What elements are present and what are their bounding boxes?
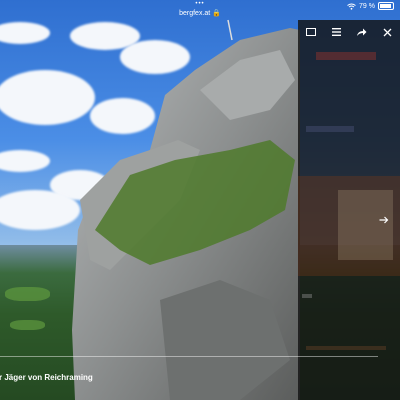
ghost-stars <box>306 126 354 132</box>
close-icon[interactable] <box>378 23 396 41</box>
window-icon[interactable] <box>302 23 320 41</box>
menu-icon[interactable] <box>327 23 345 41</box>
battery-icon <box>378 2 394 10</box>
wifi-icon <box>347 3 356 10</box>
url-label[interactable]: bergfex.at 🔒 <box>0 9 400 17</box>
battery-percent: 79 % <box>359 2 375 10</box>
photo-caption: r Jäger von Reichraming <box>0 373 93 382</box>
status-bar: ••• bergfex.at 🔒 79 % <box>0 0 400 20</box>
tab-dots[interactable]: ••• <box>0 1 400 7</box>
gallery-toolbar <box>298 22 400 42</box>
caption-divider <box>0 356 378 357</box>
arrow-right-icon <box>379 216 389 224</box>
ghost-line <box>306 346 386 350</box>
status-right: 79 % <box>347 2 394 10</box>
share-icon[interactable] <box>353 23 371 41</box>
next-button[interactable] <box>374 210 394 230</box>
ghost-text <box>316 52 376 60</box>
ghost-line <box>302 294 312 298</box>
